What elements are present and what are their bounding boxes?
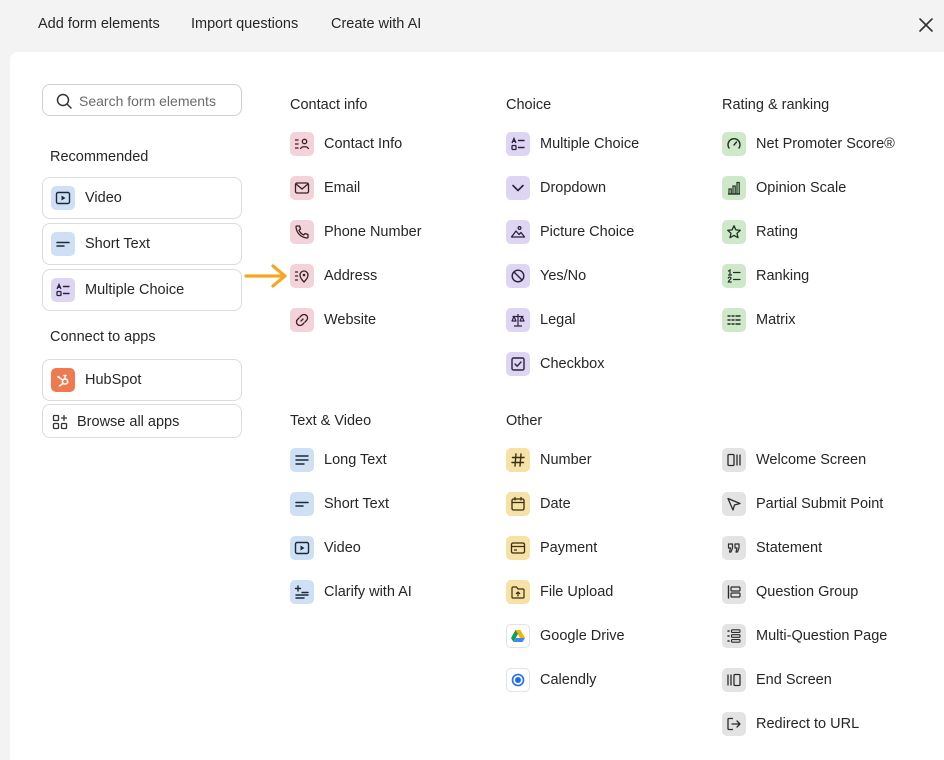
- element-label: Question Group: [756, 584, 859, 600]
- element-label: Multi-Question Page: [756, 628, 888, 644]
- yes-no-icon: [506, 264, 530, 288]
- short-text-icon: [290, 492, 314, 516]
- element-label: Rating: [756, 224, 798, 240]
- connect-apps-heading: Connect to apps: [50, 329, 156, 345]
- element-label: Dropdown: [540, 180, 607, 196]
- email-icon: [290, 176, 314, 200]
- element-label: Phone Number: [324, 224, 422, 240]
- calendar-icon: [506, 492, 530, 516]
- element-label: Redirect to URL: [756, 716, 860, 732]
- element-label: End Screen: [756, 672, 832, 688]
- element-label: Yes/No: [540, 268, 587, 284]
- link-icon: [290, 308, 314, 332]
- welcome-screen-icon: [722, 448, 746, 472]
- upload-icon: [506, 580, 530, 604]
- recommended-label: Short Text: [85, 236, 151, 252]
- element-label: Video: [324, 540, 361, 556]
- element-label: Payment: [540, 540, 598, 556]
- tab-import-questions[interactable]: Import questions: [191, 16, 298, 32]
- tab-create-with-ai[interactable]: Create with AI: [331, 16, 421, 32]
- choice-heading: Choice: [506, 97, 552, 113]
- element-label: Short Text: [324, 496, 390, 512]
- redirect-icon: [722, 712, 746, 736]
- contact-info-heading: Contact info: [290, 97, 368, 113]
- element-label: File Upload: [540, 584, 614, 600]
- short-text-icon: [51, 232, 75, 256]
- hubspot-app[interactable]: HubSpot: [42, 359, 242, 401]
- apps-grid-icon: [52, 414, 68, 430]
- end-screen-icon: [722, 668, 746, 692]
- element-label: Email: [324, 180, 361, 196]
- question-group-icon: [722, 580, 746, 604]
- element-label: Calendly: [540, 672, 597, 688]
- top-bar: Add form elements Import questions Creat…: [0, 0, 944, 52]
- credit-card-icon: [506, 536, 530, 560]
- recommended-short-text[interactable]: Short Text: [42, 223, 242, 265]
- element-label: Website: [324, 312, 377, 328]
- text-video-heading: Text & Video: [290, 413, 372, 429]
- recommended-label: Multiple Choice: [85, 282, 185, 298]
- long-text-icon: [290, 448, 314, 472]
- element-label: Google Drive: [540, 628, 625, 644]
- arrow-icon: [244, 261, 290, 291]
- bar-chart-icon: [722, 176, 746, 200]
- recommended-label: Video: [85, 190, 122, 206]
- send-icon: [722, 492, 746, 516]
- element-label: Number: [540, 452, 592, 468]
- video-icon: [51, 186, 75, 210]
- element-label: Clarify with AI: [324, 584, 412, 600]
- element-label: Welcome Screen: [756, 452, 867, 468]
- element-label: Matrix: [756, 312, 796, 328]
- multiple-choice-icon: [51, 278, 75, 302]
- clarify-ai-icon: [290, 580, 314, 604]
- search-input[interactable]: [79, 91, 237, 111]
- element-label: Date: [540, 496, 571, 512]
- browse-label: Browse all apps: [77, 414, 180, 430]
- element-label: Legal: [540, 312, 576, 328]
- element-label: Opinion Scale: [756, 180, 847, 196]
- tab-add-form-elements[interactable]: Add form elements: [38, 16, 160, 32]
- checkbox-icon: [506, 352, 530, 376]
- hubspot-icon: [51, 368, 75, 392]
- hubspot-label: HubSpot: [85, 372, 142, 388]
- other-heading: Other: [506, 413, 543, 429]
- search-icon: [55, 92, 73, 110]
- browse-all-apps-button[interactable]: Browse all apps: [42, 404, 242, 438]
- video-icon: [290, 536, 314, 560]
- image-icon: [506, 220, 530, 244]
- phone-icon: [290, 220, 314, 244]
- quote-icon: [722, 536, 746, 560]
- element-label: Address: [324, 268, 378, 284]
- element-label: Partial Submit Point: [756, 496, 884, 512]
- element-label: Contact Info: [324, 136, 403, 152]
- location-pin-icon: [290, 264, 314, 288]
- close-icon[interactable]: [915, 14, 937, 36]
- element-label: Net Promoter Score®: [756, 136, 895, 152]
- star-icon: [722, 220, 746, 244]
- recommended-heading: Recommended: [50, 149, 149, 165]
- scale-icon: [506, 308, 530, 332]
- recommended-multiple-choice[interactable]: Multiple Choice: [42, 269, 242, 311]
- element-label: Picture Choice: [540, 224, 635, 240]
- element-label: Long Text: [324, 452, 387, 468]
- google-drive-icon: [506, 624, 530, 648]
- matrix-icon: [722, 308, 746, 332]
- contact-card-icon: [290, 132, 314, 156]
- element-label: Ranking: [756, 268, 810, 284]
- element-label: Statement: [756, 540, 823, 556]
- rating-ranking-heading: Rating & ranking: [722, 97, 830, 113]
- hash-icon: [506, 448, 530, 472]
- search-box[interactable]: [42, 84, 242, 116]
- gauge-icon: [722, 132, 746, 156]
- recommended-video[interactable]: Video: [42, 177, 242, 219]
- chevron-down-icon: [506, 176, 530, 200]
- calendly-icon: [506, 668, 530, 692]
- multi-question-icon: [722, 624, 746, 648]
- element-label: Multiple Choice: [540, 136, 640, 152]
- ranking-icon: [722, 264, 746, 288]
- multiple-choice-icon: [506, 132, 530, 156]
- element-label: Checkbox: [540, 356, 605, 372]
